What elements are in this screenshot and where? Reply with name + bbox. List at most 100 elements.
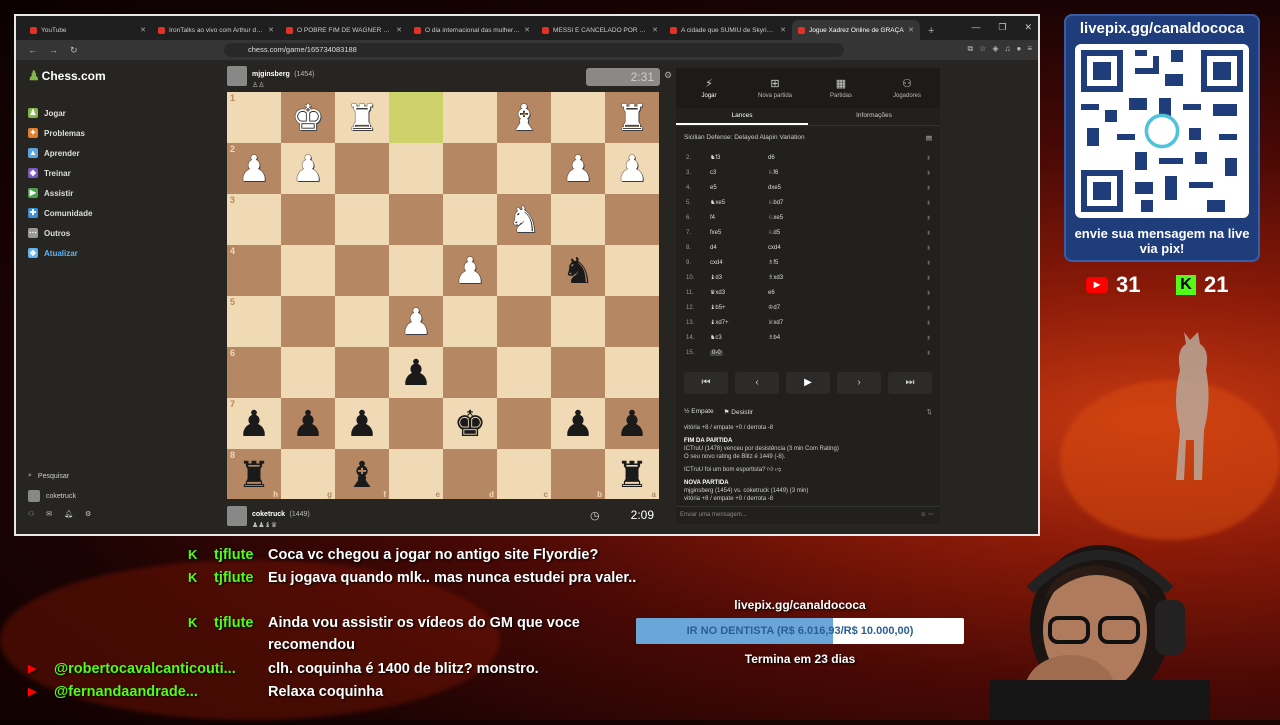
board-square[interactable]: ♚ bbox=[281, 92, 335, 143]
board-square[interactable] bbox=[443, 194, 497, 245]
forward-icon[interactable]: → bbox=[49, 45, 58, 55]
browser-tab[interactable]: A cidade que SUMIU de Skyrim - Vai✕ bbox=[664, 20, 792, 40]
black-move[interactable]: dxe5 bbox=[768, 185, 830, 191]
tab-bolt[interactable]: ⚡︎ Jogar bbox=[676, 68, 742, 108]
board-square[interactable]: f ♝ bbox=[335, 449, 389, 499]
book-icon[interactable]: ▤ bbox=[926, 134, 932, 142]
board-square[interactable] bbox=[551, 296, 605, 347]
board-square[interactable] bbox=[443, 92, 497, 143]
white-move[interactable]: f4 bbox=[710, 215, 768, 221]
black-bishop-icon[interactable]: ♝ bbox=[346, 456, 378, 493]
board-square[interactable]: ♟ bbox=[443, 245, 497, 296]
black-pawn-icon[interactable]: ♟ bbox=[400, 354, 432, 391]
board-square[interactable] bbox=[443, 347, 497, 398]
minimize-icon[interactable]: — bbox=[971, 22, 980, 33]
board-square[interactable] bbox=[605, 245, 659, 296]
board-square[interactable] bbox=[389, 245, 443, 296]
sidebar-item-atualizar[interactable]: ◈ Atualizar bbox=[28, 248, 78, 258]
board-square[interactable]: ♟ bbox=[551, 143, 605, 194]
board-square[interactable]: ♟ bbox=[551, 398, 605, 449]
tab-plus[interactable]: ⊞ Nova partida bbox=[742, 68, 808, 108]
more-icon[interactable]: ☺ ⋯ bbox=[920, 511, 934, 518]
black-move[interactable]: ♘d5 bbox=[768, 229, 830, 236]
board-square[interactable]: 3 bbox=[227, 194, 281, 245]
board-square[interactable] bbox=[605, 194, 659, 245]
board-square[interactable] bbox=[335, 194, 389, 245]
sidebar-item-assistir[interactable]: ▶ Assistir bbox=[28, 188, 73, 198]
white-move[interactable]: ♝xd7+ bbox=[710, 319, 768, 326]
board-square[interactable]: 4 bbox=[227, 245, 281, 296]
white-bishop-icon[interactable]: ♝ bbox=[508, 99, 540, 136]
board-square[interactable]: ♞ bbox=[497, 194, 551, 245]
restore-icon[interactable]: ❐ bbox=[998, 22, 1006, 33]
board-square[interactable] bbox=[605, 347, 659, 398]
sidebar-item-treinar[interactable]: ◆ Treinar bbox=[28, 168, 71, 178]
board-square[interactable] bbox=[497, 347, 551, 398]
chess-logo[interactable]: ♟ Chess.com bbox=[28, 68, 106, 84]
top-player-name[interactable]: mjginsberg bbox=[252, 71, 290, 78]
black-move[interactable]: ♗xd3 bbox=[768, 274, 830, 281]
black-pawn-icon[interactable]: ♟ bbox=[292, 405, 324, 442]
white-pawn-icon[interactable]: ♟ bbox=[292, 150, 324, 187]
tab-grid[interactable]: ▦ Partidas bbox=[808, 68, 874, 108]
board-square[interactable]: a ♜ bbox=[605, 449, 659, 499]
white-move[interactable]: 0-0 bbox=[710, 349, 768, 356]
board-square[interactable] bbox=[551, 92, 605, 143]
white-move[interactable]: e5 bbox=[710, 185, 768, 191]
board-square[interactable] bbox=[335, 143, 389, 194]
reload-icon[interactable]: ↻ bbox=[70, 45, 78, 56]
last-move-button[interactable]: ⏭ bbox=[888, 372, 932, 394]
close-tab-icon[interactable]: ✕ bbox=[908, 26, 914, 34]
board-square[interactable]: 8 h ♜ bbox=[227, 449, 281, 499]
white-pawn-icon[interactable]: ♟ bbox=[616, 150, 648, 187]
black-move[interactable]: ♕xd7 bbox=[768, 319, 830, 326]
next-move-button[interactable]: › bbox=[837, 372, 881, 394]
white-pawn-icon[interactable]: ♟ bbox=[454, 252, 486, 289]
black-move[interactable]: cxd4 bbox=[768, 245, 830, 251]
board-square[interactable]: d bbox=[443, 449, 497, 499]
board-square[interactable] bbox=[389, 194, 443, 245]
white-knight-icon[interactable]: ♞ bbox=[508, 201, 540, 238]
black-rook-icon[interactable]: ♜ bbox=[238, 456, 270, 493]
board-square[interactable]: ♚ bbox=[443, 398, 497, 449]
sidebar-item-jogar[interactable]: ♟ Jogar bbox=[28, 108, 66, 118]
board-square[interactable] bbox=[389, 398, 443, 449]
mail-icon[interactable]: ✉ bbox=[46, 510, 52, 518]
black-move[interactable]: ♗b4 bbox=[768, 334, 830, 341]
board-square[interactable] bbox=[335, 245, 389, 296]
board-square[interactable]: e bbox=[389, 449, 443, 499]
opening-name[interactable]: Sicilian Defense: Delayed Alapin Variati… bbox=[684, 134, 805, 142]
close-tab-icon[interactable]: ✕ bbox=[396, 26, 402, 34]
close-icon[interactable]: ✕ bbox=[1024, 22, 1032, 33]
white-move[interactable]: d4 bbox=[710, 245, 768, 251]
close-tab-icon[interactable]: ✕ bbox=[652, 26, 658, 34]
white-move[interactable]: ♞f3 bbox=[710, 154, 768, 161]
friends-icon[interactable]: ⚇ bbox=[28, 510, 34, 518]
chess-board[interactable]: 1 ♚ ♜ ♝ ♜ 2 ♟ ♟ ♟ ♟ 3 ♞ 4 ♟ ♞ 5 ♟ 6 ♟ 7 ♟ ♟ ♟ ♚ ♟ ♟ 8 h ♜ g f ♝ e d c b a ♜ bbox=[227, 92, 659, 499]
board-square[interactable]: 7 ♟ bbox=[227, 398, 281, 449]
board-square[interactable] bbox=[389, 92, 443, 143]
search-item[interactable]: ⌕ Pesquisar bbox=[28, 472, 69, 480]
board-square[interactable] bbox=[551, 347, 605, 398]
board-square[interactable] bbox=[281, 194, 335, 245]
star-icon[interactable]: ☆ bbox=[979, 44, 986, 54]
flip-icon[interactable]: ⇅ bbox=[927, 408, 932, 416]
black-move[interactable]: d6 bbox=[768, 155, 830, 161]
board-square[interactable]: 1 bbox=[227, 92, 281, 143]
board-square[interactable]: ♟ bbox=[605, 398, 659, 449]
board-square[interactable] bbox=[443, 143, 497, 194]
black-pawn-icon[interactable]: ♟ bbox=[346, 405, 378, 442]
first-move-button[interactable]: ⏮ bbox=[684, 372, 728, 394]
white-pawn-icon[interactable]: ♟ bbox=[238, 150, 270, 187]
board-square[interactable]: ♟ bbox=[335, 398, 389, 449]
prev-move-button[interactable]: ‹ bbox=[735, 372, 779, 394]
avatar[interactable] bbox=[227, 66, 247, 86]
black-move[interactable]: ♗f5 bbox=[768, 259, 830, 266]
url-field[interactable]: chess.com/game/165734083188 bbox=[224, 43, 844, 57]
black-king-icon[interactable]: ♚ bbox=[454, 405, 486, 442]
board-square[interactable]: ♟ bbox=[389, 347, 443, 398]
thumbs-down-icon[interactable]: 👎︎ bbox=[775, 467, 781, 473]
white-move[interactable]: c3 bbox=[710, 170, 768, 176]
resign-button[interactable]: ⚑ Desistir bbox=[724, 408, 753, 416]
gear-icon[interactable]: ⚙ bbox=[85, 510, 91, 518]
